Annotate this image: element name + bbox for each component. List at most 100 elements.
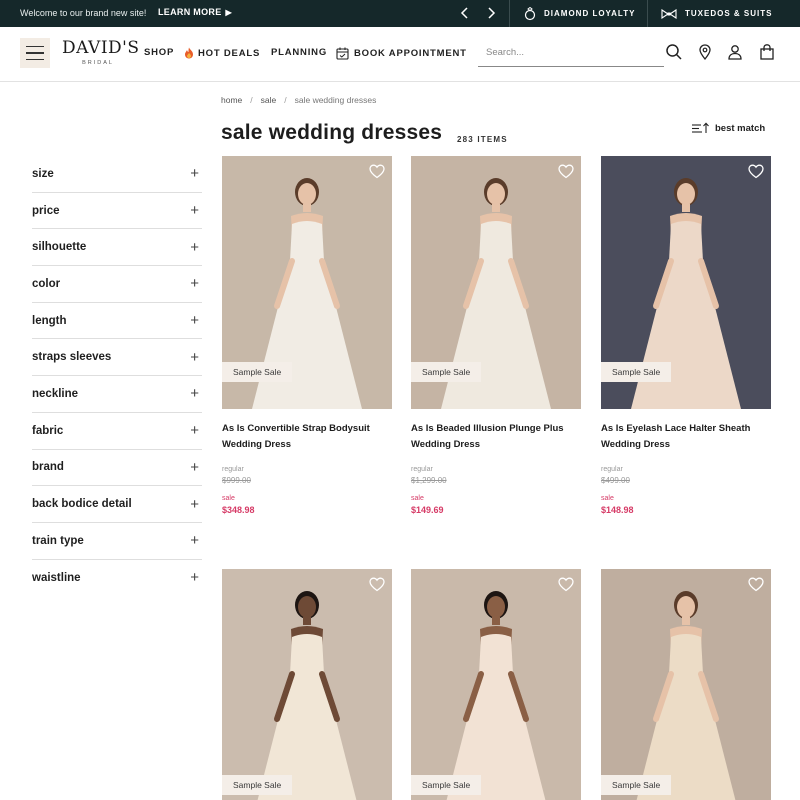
location-pin-icon[interactable]	[696, 43, 714, 61]
product-image[interactable]: Sample Sale	[222, 569, 392, 800]
wishlist-heart-icon[interactable]	[748, 164, 764, 179]
wishlist-heart-icon[interactable]	[748, 577, 764, 592]
item-count: 283 ITEMS	[457, 135, 508, 144]
filter-price[interactable]: price +	[32, 193, 202, 230]
plus-icon: +	[190, 202, 199, 220]
plus-icon: +	[190, 495, 199, 513]
calendar-icon	[336, 47, 349, 60]
diamond-loyalty-link[interactable]: DIAMOND LOYALTY	[524, 0, 635, 27]
filter-color[interactable]: color +	[32, 266, 202, 303]
diamond-loyalty-label: DIAMOND LOYALTY	[544, 9, 636, 18]
regular-price-label: regular	[222, 466, 244, 473]
logo-wordmark: DAVID'S	[62, 38, 140, 58]
filter-label: straps sleeves	[32, 351, 112, 364]
filter-label: waistline	[32, 571, 81, 584]
filter-brand[interactable]: brand +	[32, 450, 202, 487]
logo-subtitle: BRIDAL	[82, 60, 114, 66]
filter-straps-sleeves[interactable]: straps sleeves +	[32, 339, 202, 377]
wishlist-heart-icon[interactable]	[558, 577, 574, 592]
plus-icon: +	[190, 165, 199, 183]
nav-planning[interactable]: PLANNING	[271, 47, 327, 58]
product-image[interactable]: Sample Sale	[411, 569, 581, 800]
product-image[interactable]: Sample Sale	[601, 156, 771, 409]
divider	[509, 0, 510, 27]
filter-back-bodice-detail[interactable]: back bodice detail +	[32, 486, 202, 523]
product-name[interactable]: As Is Beaded Illusion Plunge Plus Weddin…	[411, 421, 581, 453]
menu-button[interactable]	[20, 38, 50, 68]
plus-icon: +	[190, 458, 199, 476]
chevron-left-icon[interactable]	[458, 5, 472, 21]
product-name[interactable]: As Is Convertible Strap Bodysuit Wedding…	[222, 421, 392, 453]
sale-price-label: sale	[411, 495, 424, 502]
hamburger-line	[26, 58, 44, 61]
nav-hot-deals[interactable]: HOT DEALS	[184, 47, 260, 59]
filter-waistline[interactable]: waistline +	[32, 560, 202, 597]
product-photo	[222, 569, 392, 800]
product-name[interactable]: As Is Eyelash Lace Halter Sheath Wedding…	[601, 421, 771, 453]
sale-price: $148.98	[601, 505, 634, 515]
plus-icon: +	[190, 275, 199, 293]
regular-price: $999.00	[222, 476, 251, 485]
product-card[interactable]: Sample Sale	[222, 569, 392, 800]
tuxedos-suits-label: TUXEDOS & SUITS	[685, 9, 773, 18]
product-image[interactable]: Sample Sale	[601, 569, 771, 800]
product-image[interactable]: Sample Sale	[411, 156, 581, 409]
account-icon[interactable]	[726, 43, 744, 61]
wishlist-heart-icon[interactable]	[558, 164, 574, 179]
filter-train-type[interactable]: train type +	[32, 523, 202, 560]
product-card[interactable]: Sample Sale	[601, 569, 771, 800]
product-card[interactable]: Sample Sale	[411, 569, 581, 800]
filter-label: neckline	[32, 387, 79, 400]
search-input[interactable]	[478, 39, 664, 65]
davids-bridal-logo[interactable]: DAVID'S BRIDAL	[62, 38, 140, 73]
breadcrumb-separator: /	[250, 95, 253, 105]
filter-size[interactable]: size +	[32, 156, 202, 193]
site-header: DAVID'S BRIDAL SHOP HOT DEALS PLANNING B…	[0, 27, 800, 82]
search-bar	[478, 39, 664, 67]
filter-silhouette[interactable]: silhouette +	[32, 229, 202, 267]
filter-fabric[interactable]: fabric +	[32, 413, 202, 450]
search-icon[interactable]	[665, 43, 683, 61]
product-photo	[601, 569, 771, 800]
filter-label: brand	[32, 461, 64, 474]
regular-price-label: regular	[411, 466, 433, 473]
plus-icon: +	[190, 569, 199, 587]
product-card[interactable]: Sample Sale As Is Convertible Strap Body…	[222, 156, 392, 515]
sample-sale-badge: Sample Sale	[601, 362, 672, 382]
chevron-right-icon[interactable]	[484, 5, 498, 21]
product-image[interactable]: Sample Sale	[222, 156, 392, 409]
filter-label: color	[32, 277, 61, 290]
wishlist-heart-icon[interactable]	[369, 164, 385, 179]
plus-icon: +	[190, 532, 199, 550]
learn-more-link[interactable]: LEARN MORE ▶	[158, 7, 232, 17]
breadcrumb-home[interactable]: home	[221, 95, 242, 105]
divider	[647, 0, 648, 27]
shopping-bag-icon[interactable]	[758, 43, 776, 61]
nav-shop[interactable]: SHOP	[144, 47, 174, 58]
sale-price-label: sale	[601, 495, 614, 502]
tuxedos-suits-link[interactable]: TUXEDOS & SUITS	[661, 0, 772, 27]
filter-length[interactable]: length +	[32, 303, 202, 340]
sample-sale-badge: Sample Sale	[411, 775, 482, 795]
sample-sale-badge: Sample Sale	[411, 362, 482, 382]
regular-price: $1,299.00	[411, 476, 447, 485]
breadcrumb: home / sale / sale wedding dresses	[221, 95, 376, 105]
bowtie-icon	[661, 8, 677, 19]
nav-book-appointment[interactable]: BOOK APPOINTMENT	[336, 47, 467, 60]
product-card[interactable]: Sample Sale As Is Eyelash Lace Halter Sh…	[601, 156, 771, 515]
promo-bar: Welcome to our brand new site! LEARN MOR…	[0, 0, 800, 27]
product-card[interactable]: Sample Sale As Is Beaded Illusion Plunge…	[411, 156, 581, 515]
breadcrumb-separator: /	[284, 95, 287, 105]
learn-more-label: LEARN MORE	[158, 7, 222, 17]
wishlist-heart-icon[interactable]	[369, 577, 385, 592]
breadcrumb-current: sale wedding dresses	[294, 95, 377, 105]
welcome-text: Welcome to our brand new site!	[20, 8, 147, 18]
sort-button[interactable]: best match	[691, 122, 765, 134]
plus-icon: +	[190, 312, 199, 330]
filter-neckline[interactable]: neckline +	[32, 376, 202, 413]
filter-label: length	[32, 314, 67, 327]
breadcrumb-sale[interactable]: sale	[261, 95, 277, 105]
filter-label: silhouette	[32, 241, 87, 254]
sample-sale-badge: Sample Sale	[222, 362, 293, 382]
sale-price: $348.98	[222, 505, 255, 515]
